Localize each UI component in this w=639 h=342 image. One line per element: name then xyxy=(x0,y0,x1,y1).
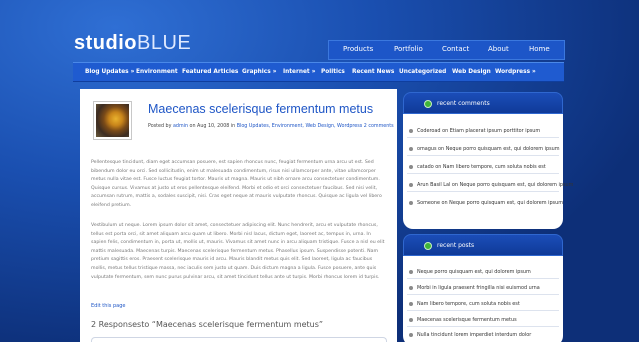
post-thumbnail[interactable] xyxy=(93,101,132,140)
site-header: studioBLUE Products Portfolio Contact Ab… xyxy=(0,0,639,62)
cat-uncategorized[interactable]: Uncategorized xyxy=(399,69,446,75)
recent-comments-header: recent comments xyxy=(403,92,563,114)
recent-comments-title: recent comments xyxy=(437,100,490,107)
cat-featured-articles[interactable]: Featured Articles xyxy=(182,69,238,75)
bullet-icon xyxy=(409,301,413,306)
divider xyxy=(407,137,559,138)
cat-web-design[interactable]: Web Design xyxy=(452,69,491,75)
green-bullet-icon xyxy=(424,100,432,108)
comments-link[interactable]: 2 comments xyxy=(364,124,394,129)
recent-comments-box: Coderoad on Etiam placerat ipsum porttit… xyxy=(403,114,573,229)
recent-comment-item[interactable]: Coderoad on Etiam placerat ipsum porttit… xyxy=(409,128,540,134)
recent-post-text: Nulla tincidunt lorem imperdiet interdum… xyxy=(417,332,532,338)
logo-part-blue: BLUE xyxy=(137,32,192,54)
recent-comment-text: omagus on Neque porro quisquam est, qui … xyxy=(417,146,560,152)
post-paragraph-2: Vestibulum ut neque. Lorem ipsum dolor s… xyxy=(91,223,385,280)
recent-post-text: Neque porro quisquam est, qui dolorem ip… xyxy=(417,269,531,275)
nav-home[interactable]: Home xyxy=(529,45,550,53)
recent-comment-text: catado on Nam libero tempore, cum soluta… xyxy=(417,164,546,170)
recent-comment-text: Someone on Neque porro quisquam est, qui… xyxy=(417,200,563,206)
nav-contact[interactable]: Contact xyxy=(442,45,469,53)
post-meta: Posted by admin on Aug 10, 2008 in Blog … xyxy=(148,124,394,129)
bullet-icon xyxy=(409,200,413,205)
cat-politics[interactable]: Politics xyxy=(321,69,345,75)
recent-posts-title: recent posts xyxy=(437,242,475,249)
recent-post-item[interactable]: Nulla tincidunt lorem imperdiet interdum… xyxy=(409,332,531,338)
meta-date: on Aug 10, 2008 in xyxy=(189,124,236,129)
recent-posts-header: recent posts xyxy=(403,234,563,256)
recent-posts-box: Neque porro quisquam est, qui dolorem ip… xyxy=(403,256,563,342)
green-bullet-icon xyxy=(424,242,432,250)
recent-post-text: Morbi in ligula praesent fringilla nisi … xyxy=(417,285,540,291)
divider xyxy=(407,278,559,279)
divider xyxy=(407,294,559,295)
bullet-icon xyxy=(409,269,413,274)
recent-post-text: Maecenas scelerisque fermentum metus xyxy=(417,317,517,323)
cat-internet[interactable]: Internet » xyxy=(283,69,315,75)
cat-recent-news[interactable]: Recent News xyxy=(352,69,394,75)
divider xyxy=(407,310,559,311)
cat-graphics[interactable]: Graphics » xyxy=(242,69,276,75)
category-navigation: Blog Updates » Environment Featured Arti… xyxy=(73,62,564,82)
site-logo[interactable]: studioBLUE xyxy=(74,32,191,55)
top-navigation: Products Portfolio Contact About Home xyxy=(328,40,565,60)
recent-comment-item[interactable]: Arun Basil Lal on Neque porro quisquam e… xyxy=(409,182,573,188)
bullet-icon xyxy=(409,128,413,133)
nav-portfolio[interactable]: Portfolio xyxy=(394,45,423,53)
recent-comment-item[interactable]: catado on Nam libero tempore, cum soluta… xyxy=(409,164,546,170)
author-link[interactable]: admin xyxy=(173,124,188,129)
category-links[interactable]: Blog Updates, Environment, Web Design, W… xyxy=(237,124,363,129)
recent-post-item[interactable]: Neque porro quisquam est, qui dolorem ip… xyxy=(409,269,531,275)
recent-comment-text: Coderoad on Etiam placerat ipsum porttit… xyxy=(417,128,541,134)
recent-comment-text: Arun Basil Lal on Neque porro quisquam e… xyxy=(417,182,574,188)
post-title[interactable]: Maecenas scelerisque fermentum metus xyxy=(148,102,373,116)
cat-environment[interactable]: Environment xyxy=(136,69,178,75)
bullet-icon xyxy=(409,182,413,187)
sunflower-image xyxy=(96,104,129,137)
cat-wordpress[interactable]: Wordpress » xyxy=(495,69,536,75)
meta-prefix: Posted by xyxy=(148,124,172,129)
edit-page-link[interactable]: Edit this page xyxy=(91,303,125,309)
responses-heading: 2 Responsesto “Maecenas scelerisque ferm… xyxy=(91,320,324,329)
nav-about[interactable]: About xyxy=(488,45,509,53)
divider xyxy=(407,326,559,327)
bullet-icon xyxy=(409,317,413,322)
post-paragraph-1: Pellentesque tincidunt, diam eget accums… xyxy=(91,160,382,208)
recent-comment-item[interactable]: Someone on Neque porro quisquam est, qui… xyxy=(409,200,563,206)
recent-post-item[interactable]: Morbi in ligula praesent fringilla nisi … xyxy=(409,285,540,291)
cat-blog-updates[interactable]: Blog Updates » xyxy=(85,69,134,75)
recent-post-text: Nam libero tempore, cum soluta nobis est xyxy=(417,301,520,307)
comment-box xyxy=(91,337,387,342)
divider xyxy=(407,173,559,174)
divider xyxy=(407,191,559,192)
recent-post-item[interactable]: Nam libero tempore, cum soluta nobis est xyxy=(409,301,520,307)
bullet-icon xyxy=(409,332,413,337)
logo-part-studio: studio xyxy=(74,32,137,54)
bullet-icon xyxy=(409,285,413,290)
divider xyxy=(407,155,559,156)
recent-post-item[interactable]: Maecenas scelerisque fermentum metus xyxy=(409,317,517,323)
main-content: Maecenas scelerisque fermentum metus Pos… xyxy=(80,89,397,342)
nav-products[interactable]: Products xyxy=(343,45,373,53)
bullet-icon xyxy=(409,164,413,169)
recent-comment-item[interactable]: omagus on Neque porro quisquam est, qui … xyxy=(409,146,560,152)
bullet-icon xyxy=(409,146,413,151)
